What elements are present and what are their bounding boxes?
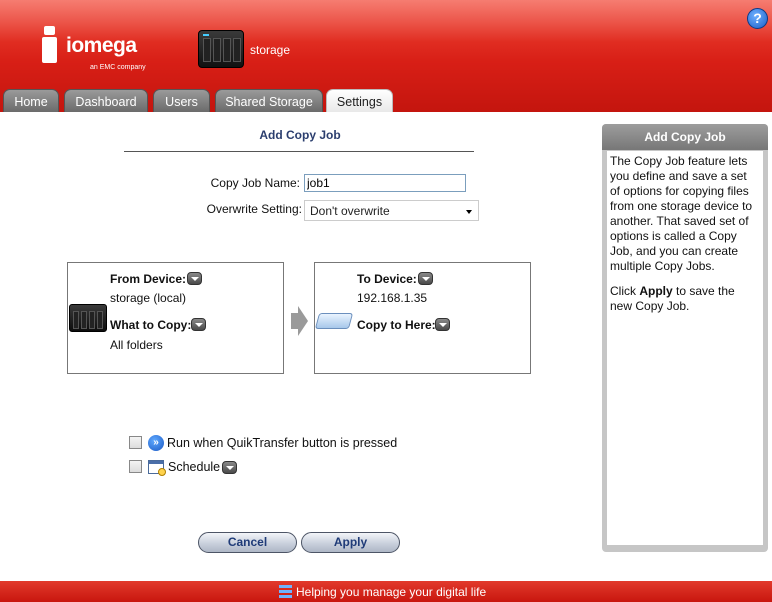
nas-device-icon: [198, 30, 244, 68]
overwrite-selected-value: Don't overwrite: [310, 204, 390, 218]
schedule-checkbox[interactable]: [129, 460, 142, 473]
quiktransfer-option: » Run when QuikTransfer button is presse…: [129, 434, 409, 452]
page-title: Add Copy Job: [259, 128, 341, 142]
tab-shared-storage[interactable]: Shared Storage: [215, 89, 323, 112]
cancel-button[interactable]: Cancel: [198, 532, 297, 553]
to-device-value: 192.168.1.35: [357, 291, 428, 305]
help-apply-emphasis: Apply: [639, 284, 673, 298]
tab-users[interactable]: Users: [153, 89, 210, 112]
overwrite-label: Overwrite Setting:: [206, 202, 302, 216]
overwrite-select[interactable]: Don't overwrite: [304, 200, 479, 221]
schedule-option: Schedule: [129, 458, 249, 476]
quiktransfer-checkbox[interactable]: [129, 436, 142, 449]
what-to-copy-label: What to Copy:: [110, 318, 192, 332]
help-icon[interactable]: ?: [747, 8, 768, 29]
help-panel-body: The Copy Job feature lets you define and…: [607, 151, 763, 545]
drive-icon: [314, 307, 354, 333]
to-device-label: To Device:: [357, 272, 417, 286]
nas-device-icon: [69, 304, 107, 332]
apply-button[interactable]: Apply: [301, 532, 400, 553]
tab-dashboard[interactable]: Dashboard: [64, 89, 148, 112]
logo-i-mark: [38, 26, 62, 64]
help-panel: Add Copy Job The Copy Job feature lets y…: [602, 124, 768, 552]
from-device-value: storage (local): [110, 291, 187, 305]
device-name: storage: [250, 43, 291, 57]
from-device-dropdown-icon[interactable]: [187, 272, 202, 285]
schedule-dropdown-icon[interactable]: [222, 461, 237, 474]
stripes-icon: [279, 585, 292, 598]
title-divider: [124, 151, 474, 152]
footer-tagline: Helping you manage your digital life: [296, 585, 487, 599]
help-paragraph-1: The Copy Job feature lets you define and…: [610, 154, 753, 273]
copy-to-here-dropdown-icon[interactable]: [435, 318, 450, 331]
to-device-dropdown-icon[interactable]: [418, 272, 433, 285]
job-name-input[interactable]: [304, 174, 466, 192]
copy-to-here-label: Copy to Here:: [357, 318, 436, 332]
quiktransfer-icon: »: [148, 435, 164, 451]
brand-tagline: an EMC company: [90, 64, 146, 71]
calendar-icon: [148, 460, 166, 476]
help-paragraph-2: Click Apply to save the new Copy Job.: [610, 284, 735, 313]
quiktransfer-label: Run when QuikTransfer button is pressed: [167, 436, 398, 450]
tab-home[interactable]: Home: [3, 89, 59, 112]
footer: Helping you manage your digital life: [0, 581, 772, 602]
to-device-panel: To Device: 192.168.1.35 Copy to Here:: [314, 262, 531, 374]
brand-name: iomega: [66, 34, 137, 57]
arrow-right-icon: [291, 306, 308, 336]
help-panel-title: Add Copy Job: [602, 124, 768, 150]
from-device-panel: From Device: storage (local) What to Cop…: [67, 262, 284, 374]
schedule-label: Schedule: [168, 460, 221, 474]
what-to-copy-dropdown-icon[interactable]: [191, 318, 206, 331]
chevron-down-icon: [466, 210, 472, 214]
job-name-label: Copy Job Name:: [210, 176, 300, 190]
what-to-copy-value: All folders: [110, 338, 163, 352]
from-device-label: From Device:: [110, 272, 187, 286]
tab-settings[interactable]: Settings: [326, 89, 393, 112]
